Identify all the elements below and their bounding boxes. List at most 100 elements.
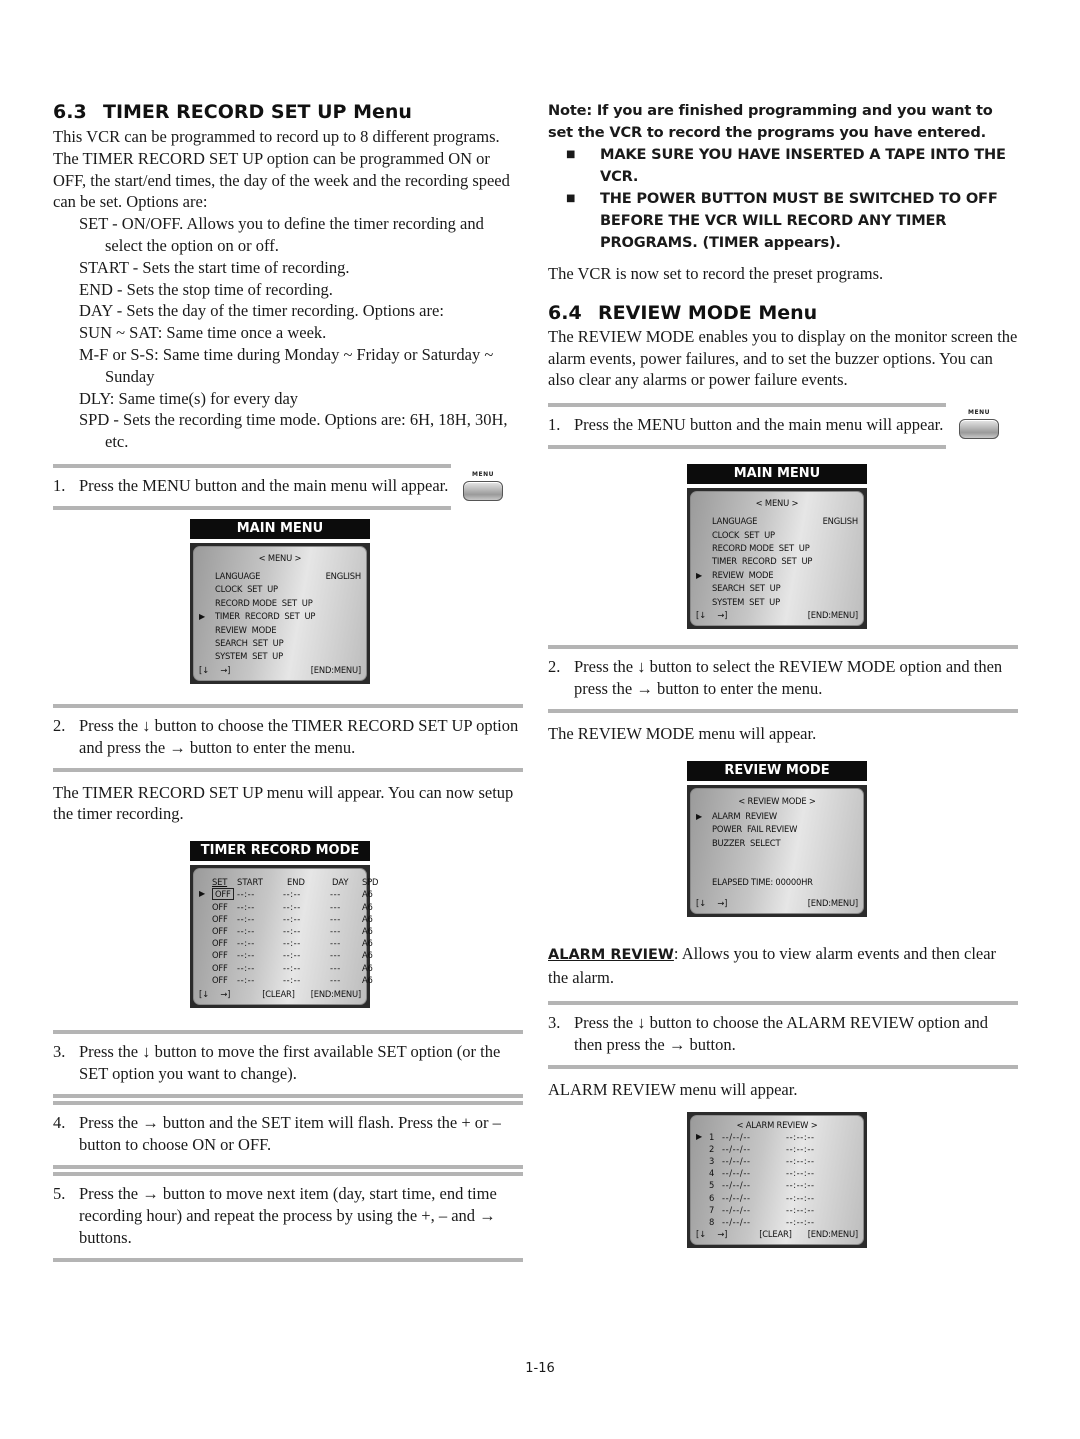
note-bullet-item: ■ MAKE SURE YOU HAVE INSERTED A TAPE INTO… bbox=[548, 144, 1018, 188]
alarm-review-screen: < ALARM REVIEW > ▶ 1 --/--/-- --:--:-- 2 --/-… bbox=[687, 1111, 1018, 1249]
pointer-icon bbox=[696, 1179, 709, 1191]
screen-title: MAIN MENU bbox=[687, 464, 867, 485]
alarm-index: 5 bbox=[709, 1180, 715, 1191]
review-menu-item: POWER FAIL REVIEW bbox=[696, 823, 858, 836]
pointer-icon bbox=[696, 1204, 709, 1216]
menu-item-label: LANGUAGE bbox=[712, 516, 758, 527]
pointer-icon: ▶ bbox=[199, 612, 205, 622]
menu-item: SYSTEM SET UP bbox=[696, 596, 858, 609]
step-2-choose-timer: 2. Press the ↓ button to choose the TIMER… bbox=[53, 715, 519, 757]
note-bullet-item: ■ THE POWER BUTTON MUST BE SWITCHED TO OF… bbox=[548, 188, 1018, 254]
timer-day-value: --- bbox=[330, 913, 341, 924]
pointer-icon bbox=[696, 1143, 709, 1155]
alarm-review-description: ALARM REVIEW: Allows you to view alarm e… bbox=[548, 944, 997, 988]
timer-options-list: SET - ON/OFF. Allows you to define the t… bbox=[53, 213, 523, 453]
timer-set-text: OFF bbox=[212, 962, 228, 973]
timer-spd-value: A6 bbox=[362, 938, 373, 949]
alarm-date: --/--/-- bbox=[722, 1192, 751, 1203]
timer-set-value: OFF bbox=[212, 901, 237, 913]
end-menu-hint: [END:MENU] bbox=[310, 664, 361, 675]
timer-set-text: OFF bbox=[212, 926, 228, 937]
end-menu-hint: [END:MENU] bbox=[807, 898, 858, 909]
timer-set-text: OFF bbox=[212, 938, 228, 949]
menu-button-illustration: MENU bbox=[956, 409, 1002, 440]
nav-hint: [↓ →] bbox=[696, 609, 728, 620]
pointer-icon: ▶ bbox=[696, 1131, 702, 1141]
timer-set-text: OFF bbox=[212, 901, 228, 912]
alarm-menu-appears-text: ALARM REVIEW menu will appear. bbox=[548, 1079, 798, 1099]
pointer-icon: ▶ bbox=[199, 889, 205, 899]
timer-start-value: --:-- bbox=[237, 901, 255, 912]
divider bbox=[548, 445, 946, 450]
step-4-toggle-set: 4. Press the → button and the SET item wi… bbox=[53, 1112, 501, 1154]
timer-end-value: --:-- bbox=[283, 889, 301, 900]
section-heading-review-mode: 6.4 REVIEW MODE Menu bbox=[548, 301, 818, 324]
timer-option: DLY: Same time(s) for every day bbox=[79, 388, 299, 408]
timer-row: OFF --:-- --:-- --- A6 bbox=[199, 925, 373, 937]
menu-item: RECORD MODE SET UP bbox=[199, 597, 361, 610]
left-column: 6.3 TIMER RECORD SET UP Menu This VCR can… bbox=[53, 100, 523, 1262]
pointer-icon bbox=[199, 901, 212, 913]
menu-item-label: CLOCK SET UP bbox=[215, 584, 278, 595]
timer-option: END - Sets the stop time of recording. bbox=[79, 279, 333, 299]
timer-row: OFF --:-- --:-- --- A6 bbox=[199, 949, 373, 961]
timer-day-value: --- bbox=[330, 889, 341, 900]
timer-end-value: --:-- bbox=[283, 974, 301, 985]
menu-item-label: SEARCH SET UP bbox=[215, 637, 284, 648]
timer-start-value: --:-- bbox=[237, 938, 255, 949]
menu-item-label: TIMER RECORD SET UP bbox=[215, 611, 316, 622]
alarm-date: --/--/-- bbox=[722, 1156, 751, 1167]
alarm-date: --/--/-- bbox=[722, 1180, 751, 1191]
pointer-icon bbox=[199, 937, 212, 949]
alarm-date: --/--/-- bbox=[722, 1131, 751, 1142]
review-item-label: ALARM REVIEW bbox=[712, 810, 777, 821]
timer-start-value: --:-- bbox=[237, 962, 255, 973]
page-number: 1-16 bbox=[525, 1361, 555, 1376]
alarm-time: --:--:-- bbox=[786, 1156, 815, 1167]
divider bbox=[548, 1064, 1018, 1069]
menu-item: LANGUAGE ENGLISH bbox=[199, 570, 361, 583]
screen-header: < MENU > bbox=[755, 498, 799, 509]
timer-end-value: --:-- bbox=[283, 901, 301, 912]
timer-option: START - Sets the start time of recording… bbox=[79, 257, 350, 277]
menu-item: RECORD MODE SET UP bbox=[696, 542, 858, 555]
screen-title: REVIEW MODE bbox=[687, 760, 867, 781]
clear-hint: [CLEAR] bbox=[262, 988, 295, 999]
nav-hint: [↓ →] bbox=[199, 988, 231, 999]
timer-end-value: --:-- bbox=[283, 938, 301, 949]
menu-item-label: SYSTEM SET UP bbox=[215, 651, 283, 662]
alarm-index: 2 bbox=[709, 1143, 715, 1154]
timer-set-value: OFF bbox=[212, 925, 237, 937]
menu-item: SYSTEM SET UP bbox=[199, 650, 361, 663]
timer-set-text: OFF bbox=[212, 974, 228, 985]
divider bbox=[53, 767, 523, 772]
pointer-icon bbox=[199, 925, 212, 937]
menu-button-icon bbox=[959, 419, 999, 440]
alarm-index: 3 bbox=[709, 1156, 715, 1167]
menu-item: TIMER RECORD SET UP bbox=[696, 555, 858, 568]
pointer-icon bbox=[199, 913, 212, 925]
timer-spd-value: A6 bbox=[362, 926, 373, 937]
menu-item-label: RECORD MODE SET UP bbox=[712, 542, 810, 553]
timer-row: OFF --:-- --:-- --- A6 bbox=[199, 913, 373, 925]
alarm-time: --:--:-- bbox=[786, 1216, 815, 1227]
menu-item: CLOCK SET UP bbox=[696, 529, 858, 542]
review-menu-appears-text: The REVIEW MODE menu will appear. bbox=[548, 723, 817, 743]
review-menu-item: ▶ ALARM REVIEW bbox=[696, 810, 858, 823]
timer-start-value: --:-- bbox=[237, 913, 255, 924]
alarm-time: --:--:-- bbox=[786, 1131, 815, 1142]
timer-set-value: OFF bbox=[212, 937, 237, 949]
clear-hint: [CLEAR] bbox=[759, 1229, 792, 1240]
timer-set-text: OFF bbox=[212, 888, 234, 901]
right-column: Note: If you are finished programming an… bbox=[548, 100, 1018, 1249]
timer-row: OFF --:-- --:-- --- A6 bbox=[199, 901, 373, 913]
review-menu-item: BUZZER SELECT bbox=[696, 837, 858, 850]
timer-spd-value: A6 bbox=[362, 950, 373, 961]
timer-set-value: OFF bbox=[212, 962, 237, 974]
note-text: Note: If you are finished programming an… bbox=[548, 102, 993, 141]
timer-row: ▶ OFF --:-- --:-- --- A6 bbox=[199, 888, 373, 901]
menu-item-label: RECORD MODE SET UP bbox=[215, 597, 313, 608]
screen-header: < REVIEW MODE > bbox=[738, 795, 816, 806]
end-menu-hint: [END:MENU] bbox=[310, 988, 361, 999]
main-menu-screen: MAIN MENU < MENU > LANGUAGE ENGLISH CLOCK … bbox=[687, 464, 1018, 629]
